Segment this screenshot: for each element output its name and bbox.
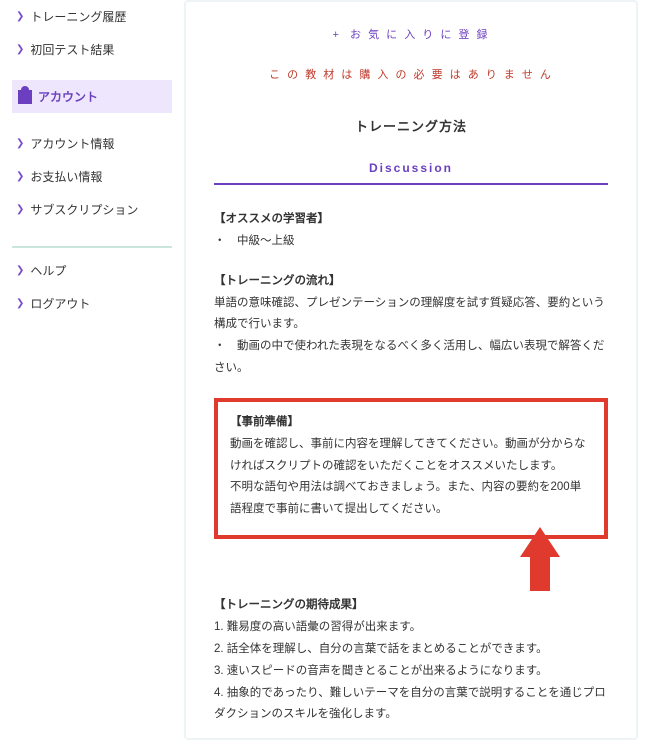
sidebar-item-label: アカウント情報 [30, 135, 114, 152]
chevron-right-icon: ❯ [16, 298, 24, 309]
plus-icon: + [333, 29, 341, 41]
outcome-block: 【トレーニングの期待成果】 1. 難易度の高い語彙の習得が出来ます。 2. 話全… [214, 595, 608, 726]
recommended-title: 【オススメの学習者】 [214, 209, 608, 231]
sidebar-item-account-info[interactable]: ❯ アカウント情報 [12, 127, 172, 160]
outcome-line: 2. 話全体を理解し、自分の言葉で話をまとめることができます。 [214, 639, 608, 661]
main: + お 気 に 入 り に 登 録 こ の 教 材 は 購 入 の 必 要 は … [180, 0, 650, 740]
training-method-title: トレーニング方法 [214, 116, 608, 135]
flow-line: ・ 動画の中で使われた表現をなるべく多く活用し、幅広い表現で解答ください。 [214, 336, 608, 380]
flow-line: 単語の意味確認、プレゼンテーションの理解度を試す質疑応答、要約という構成で行いま… [214, 293, 608, 337]
flow-block: 【トレーニングの流れ】 単語の意味確認、プレゼンテーションの理解度を試す質疑応答… [214, 271, 608, 380]
arrow-up-icon [520, 527, 560, 557]
sidebar-item-label: お支払い情報 [30, 168, 102, 185]
sidebar: ❯ トレーニング履歴 ❯ 初回テスト結果 アカウント ❯ アカウント情報 ❯ お… [0, 0, 180, 740]
tab-row: Discussion [214, 155, 608, 185]
chevron-right-icon: ❯ [16, 204, 24, 215]
sidebar-item-help[interactable]: ❯ ヘルプ [12, 254, 172, 287]
prep-line: 不明な語句や用法は調べておきましょう。また、内容の要約を200単語程度で事前に書… [230, 477, 592, 521]
sidebar-heading-label: アカウント [38, 88, 98, 105]
sidebar-item-training-history[interactable]: ❯ トレーニング履歴 [12, 0, 172, 33]
outcome-line: 4. 抽象的であったり、難しいテーマを自分の言葉で説明することを通じプロダクショ… [214, 683, 608, 727]
sidebar-item-payment-info[interactable]: ❯ お支払い情報 [12, 160, 172, 193]
chevron-right-icon: ❯ [16, 138, 24, 149]
person-icon [18, 90, 32, 104]
chevron-right-icon: ❯ [16, 11, 24, 22]
prep-line: 動画を確認し、事前に内容を理解してきてください。動画が分からなければスクリプトの… [230, 434, 592, 478]
sidebar-item-label: サブスクリプション [30, 201, 138, 218]
arrow-stem [530, 555, 550, 591]
flow-title: 【トレーニングの流れ】 [214, 271, 608, 293]
sidebar-item-label: 初回テスト結果 [30, 41, 114, 58]
chevron-right-icon: ❯ [16, 171, 24, 182]
purchase-notice: こ の 教 材 は 購 入 の 必 要 は あ り ま せ ん [214, 66, 608, 82]
content-body: 【オススメの学習者】 ・ 中級〜上級 【トレーニングの流れ】 単語の意味確認、プ… [214, 209, 608, 740]
outcome-title: 【トレーニングの期待成果】 [214, 595, 608, 617]
sidebar-heading-account: アカウント [12, 80, 172, 113]
chevron-right-icon: ❯ [16, 44, 24, 55]
sidebar-item-label: トレーニング履歴 [30, 8, 126, 25]
recommended-bullet: ・ 中級〜上級 [214, 231, 608, 253]
sidebar-item-label: ログアウト [30, 295, 90, 312]
recommended-block: 【オススメの学習者】 ・ 中級〜上級 [214, 209, 608, 253]
annotation-arrow [214, 543, 608, 591]
add-favorite-label: お 気 に 入 り に 登 録 [350, 29, 489, 41]
content-card: + お 気 に 入 り に 登 録 こ の 教 材 は 購 入 の 必 要 は … [184, 0, 638, 740]
add-favorite-link[interactable]: + お 気 に 入 り に 登 録 [214, 26, 608, 42]
sidebar-item-label: ヘルプ [30, 262, 66, 279]
chevron-right-icon: ❯ [16, 265, 24, 276]
preparation-highlight: 【事前準備】 動画を確認し、事前に内容を理解してきてください。動画が分からなけれ… [214, 398, 608, 539]
sidebar-item-logout[interactable]: ❯ ログアウト [12, 287, 172, 320]
outcome-line: 3. 速いスピードの音声を聞きとることが出来るようになります。 [214, 661, 608, 683]
prep-title: 【事前準備】 [230, 412, 592, 434]
tab-discussion[interactable]: Discussion [369, 155, 453, 183]
divider [12, 246, 172, 248]
sidebar-item-subscription[interactable]: ❯ サブスクリプション [12, 193, 172, 226]
outcome-line: 1. 難易度の高い語彙の習得が出来ます。 [214, 617, 608, 639]
sidebar-item-initial-test[interactable]: ❯ 初回テスト結果 [12, 33, 172, 66]
